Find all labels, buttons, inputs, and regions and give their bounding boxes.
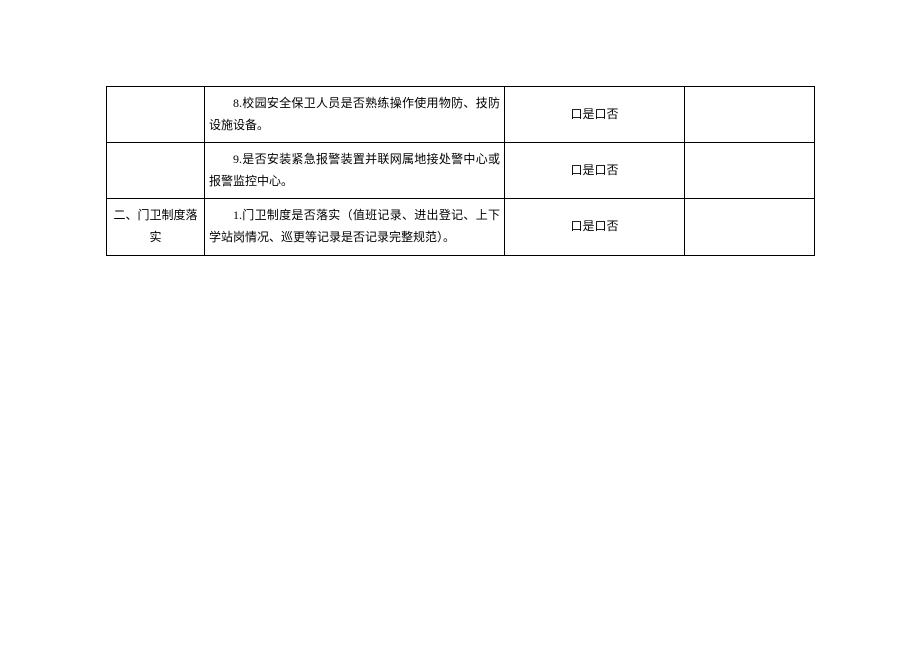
remark-cell (685, 87, 815, 143)
table-row: 9.是否安装紧急报警装置并联网属地接处警中心或报警监控中心。 口是口否 (107, 143, 815, 199)
check-cell: 口是口否 (505, 87, 685, 143)
check-options: 口是口否 (570, 219, 618, 233)
item-cell: 9.是否安装紧急报警装置并联网属地接处警中心或报警监控中心。 (205, 143, 505, 199)
category-cell: 二、门卫制度落实 (107, 199, 205, 255)
table-row: 8.校园安全保卫人员是否熟练操作使用物防、技防设施设备。 口是口否 (107, 87, 815, 143)
item-text: 8.校园安全保卫人员是否熟练操作使用物防、技防设施设备。 (209, 93, 500, 136)
inspection-table: 8.校园安全保卫人员是否熟练操作使用物防、技防设施设备。 口是口否 9.是否安装… (106, 86, 815, 256)
category-cell (107, 87, 205, 143)
inspection-table-container: 8.校园安全保卫人员是否熟练操作使用物防、技防设施设备。 口是口否 9.是否安装… (106, 86, 814, 256)
check-options: 口是口否 (570, 163, 618, 177)
remark-cell (685, 143, 815, 199)
table-row: 二、门卫制度落实 1.门卫制度是否落实（值班记录、进出登记、上下学站岗情况、巡更… (107, 199, 815, 255)
category-cell (107, 143, 205, 199)
check-cell: 口是口否 (505, 143, 685, 199)
check-cell: 口是口否 (505, 199, 685, 255)
remark-cell (685, 199, 815, 255)
item-text: 9.是否安装紧急报警装置并联网属地接处警中心或报警监控中心。 (209, 149, 500, 192)
item-cell: 1.门卫制度是否落实（值班记录、进出登记、上下学站岗情况、巡更等记录是否记录完整… (205, 199, 505, 255)
item-cell: 8.校园安全保卫人员是否熟练操作使用物防、技防设施设备。 (205, 87, 505, 143)
item-text: 1.门卫制度是否落实（值班记录、进出登记、上下学站岗情况、巡更等记录是否记录完整… (209, 205, 500, 248)
category-text: 二、门卫制度落实 (113, 208, 197, 244)
check-options: 口是口否 (570, 107, 618, 121)
